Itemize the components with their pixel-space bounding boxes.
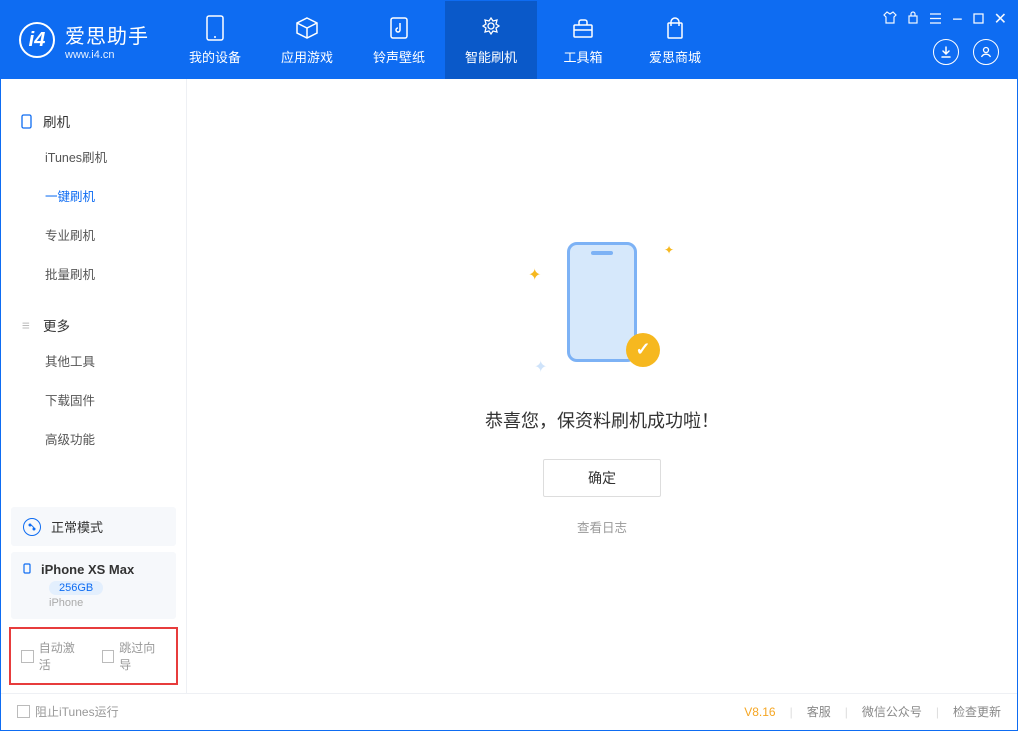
flash-header[interactable]: 刷机 xyxy=(1,105,186,137)
apps-icon xyxy=(294,15,320,41)
mode-icon xyxy=(23,518,41,536)
nav-device[interactable]: 我的设备 xyxy=(169,1,261,79)
sidebar-item-advanced[interactable]: 高级功能 xyxy=(1,419,186,458)
logo-icon: i4 xyxy=(19,22,55,58)
storage-pill: 256GB xyxy=(49,581,103,595)
nav-label: 工具箱 xyxy=(563,47,602,66)
minimize-icon[interactable]: − xyxy=(952,14,963,24)
device-card-icon xyxy=(23,562,31,577)
device-card[interactable]: iPhone XS Max 256GB iPhone xyxy=(11,552,176,619)
titlebar-controls: − ✕ xyxy=(883,9,1007,29)
toolbox-icon xyxy=(570,15,596,41)
divider: | xyxy=(845,705,848,719)
device-name: iPhone XS Max xyxy=(41,562,134,577)
success-message: 恭喜您，保资料刷机成功啦！ xyxy=(485,407,719,433)
checkbox-label: 阻止iTunes运行 xyxy=(35,703,119,720)
footer: 阻止iTunes运行 V8.16 | 客服 | 微信公众号 | 检查更新 xyxy=(1,693,1017,729)
sidebar-item-batch[interactable]: 批量刷机 xyxy=(1,254,186,293)
sidebar-item-other[interactable]: 其他工具 xyxy=(1,341,186,380)
checkmark-icon: ✓ xyxy=(626,333,660,367)
sparkle-icon: ✦ xyxy=(664,243,674,257)
checkbox-label: 跳过向导 xyxy=(119,639,166,673)
support-link[interactable]: 客服 xyxy=(807,703,831,720)
sparkle-icon: ✦ xyxy=(534,357,547,377)
sparkle-icon: ✦ xyxy=(528,265,541,285)
ok-button[interactable]: 确定 xyxy=(543,459,661,497)
app-subtitle: www.i4.cn xyxy=(65,49,149,61)
block-itunes-checkbox[interactable]: 阻止iTunes运行 xyxy=(17,703,119,720)
body: 刷机 iTunes刷机 一键刷机 专业刷机 批量刷机 ≡ 更多 其他工具 下载固… xyxy=(1,79,1017,693)
nav-label: 智能刷机 xyxy=(465,47,517,66)
sidebar-item-pro[interactable]: 专业刷机 xyxy=(1,215,186,254)
phone-icon xyxy=(19,114,33,128)
section-label: 刷机 xyxy=(43,111,70,131)
sidebar-item-firmware[interactable]: 下载固件 xyxy=(1,380,186,419)
more-section: ≡ 更多 其他工具 下载固件 高级功能 xyxy=(1,301,186,466)
shirt-icon[interactable] xyxy=(883,11,897,27)
nav-label: 我的设备 xyxy=(189,47,241,66)
sidebar-item-oneclick[interactable]: 一键刷机 xyxy=(1,176,186,215)
mode-label: 正常模式 xyxy=(51,517,103,536)
success-illustration: ✦ ✦ ✦ ✓ xyxy=(532,237,672,377)
nav: 我的设备 应用游戏 铃声壁纸 智能刷机 工具箱 爱思商城 xyxy=(169,1,721,79)
checkbox-icon xyxy=(102,650,115,663)
version-label: V8.16 xyxy=(744,705,775,719)
more-icon: ≡ xyxy=(19,318,33,332)
divider: | xyxy=(790,705,793,719)
nav-apps[interactable]: 应用游戏 xyxy=(261,1,353,79)
nav-flash[interactable]: 智能刷机 xyxy=(445,1,537,79)
logo-text: 爱思助手 www.i4.cn xyxy=(65,20,149,61)
nav-label: 爱思商城 xyxy=(649,47,701,66)
sidebar: 刷机 iTunes刷机 一键刷机 专业刷机 批量刷机 ≡ 更多 其他工具 下载固… xyxy=(1,79,187,693)
main-content: ✦ ✦ ✦ ✓ 恭喜您，保资料刷机成功啦！ 确定 查看日志 xyxy=(187,79,1017,693)
ringtones-icon xyxy=(386,15,412,41)
header: i4 爱思助手 www.i4.cn 我的设备 应用游戏 铃声壁纸 智能刷机 工具… xyxy=(1,1,1017,79)
flash-section: 刷机 iTunes刷机 一键刷机 专业刷机 批量刷机 xyxy=(1,97,186,301)
nav-ringtones[interactable]: 铃声壁纸 xyxy=(353,1,445,79)
store-icon xyxy=(662,15,688,41)
download-button[interactable] xyxy=(933,39,959,65)
nav-label: 铃声壁纸 xyxy=(373,47,425,66)
wechat-link[interactable]: 微信公众号 xyxy=(862,703,922,720)
section-label: 更多 xyxy=(43,315,70,335)
auto-activate-checkbox[interactable]: 自动激活 xyxy=(21,639,86,673)
sidebar-item-itunes[interactable]: iTunes刷机 xyxy=(1,137,186,176)
menu-icon[interactable] xyxy=(929,12,942,27)
options-row: 自动激活 跳过向导 xyxy=(9,627,178,685)
nav-label: 应用游戏 xyxy=(281,47,333,66)
maximize-icon[interactable] xyxy=(973,12,984,27)
device-type: iPhone xyxy=(49,597,164,609)
logo[interactable]: i4 爱思助手 www.i4.cn xyxy=(1,20,169,61)
nav-store[interactable]: 爱思商城 xyxy=(629,1,721,79)
flash-icon xyxy=(478,15,504,41)
user-button[interactable] xyxy=(973,39,999,65)
close-icon[interactable]: ✕ xyxy=(994,9,1007,29)
app-title: 爱思助手 xyxy=(65,20,149,49)
skip-wizard-checkbox[interactable]: 跳过向导 xyxy=(102,639,167,673)
mode-card[interactable]: 正常模式 xyxy=(11,507,176,546)
checkbox-icon xyxy=(21,650,34,663)
header-right xyxy=(933,39,999,65)
more-header[interactable]: ≡ 更多 xyxy=(1,309,186,341)
checkbox-icon xyxy=(17,705,30,718)
divider: | xyxy=(936,705,939,719)
checkbox-label: 自动激活 xyxy=(39,639,86,673)
lock-icon[interactable] xyxy=(907,11,919,27)
nav-toolbox[interactable]: 工具箱 xyxy=(537,1,629,79)
view-log-link[interactable]: 查看日志 xyxy=(577,517,627,536)
update-link[interactable]: 检查更新 xyxy=(953,703,1001,720)
sidebar-bottom: 正常模式 iPhone XS Max 256GB iPhone 自动激活 跳过向… xyxy=(1,501,186,693)
device-icon xyxy=(202,15,228,41)
